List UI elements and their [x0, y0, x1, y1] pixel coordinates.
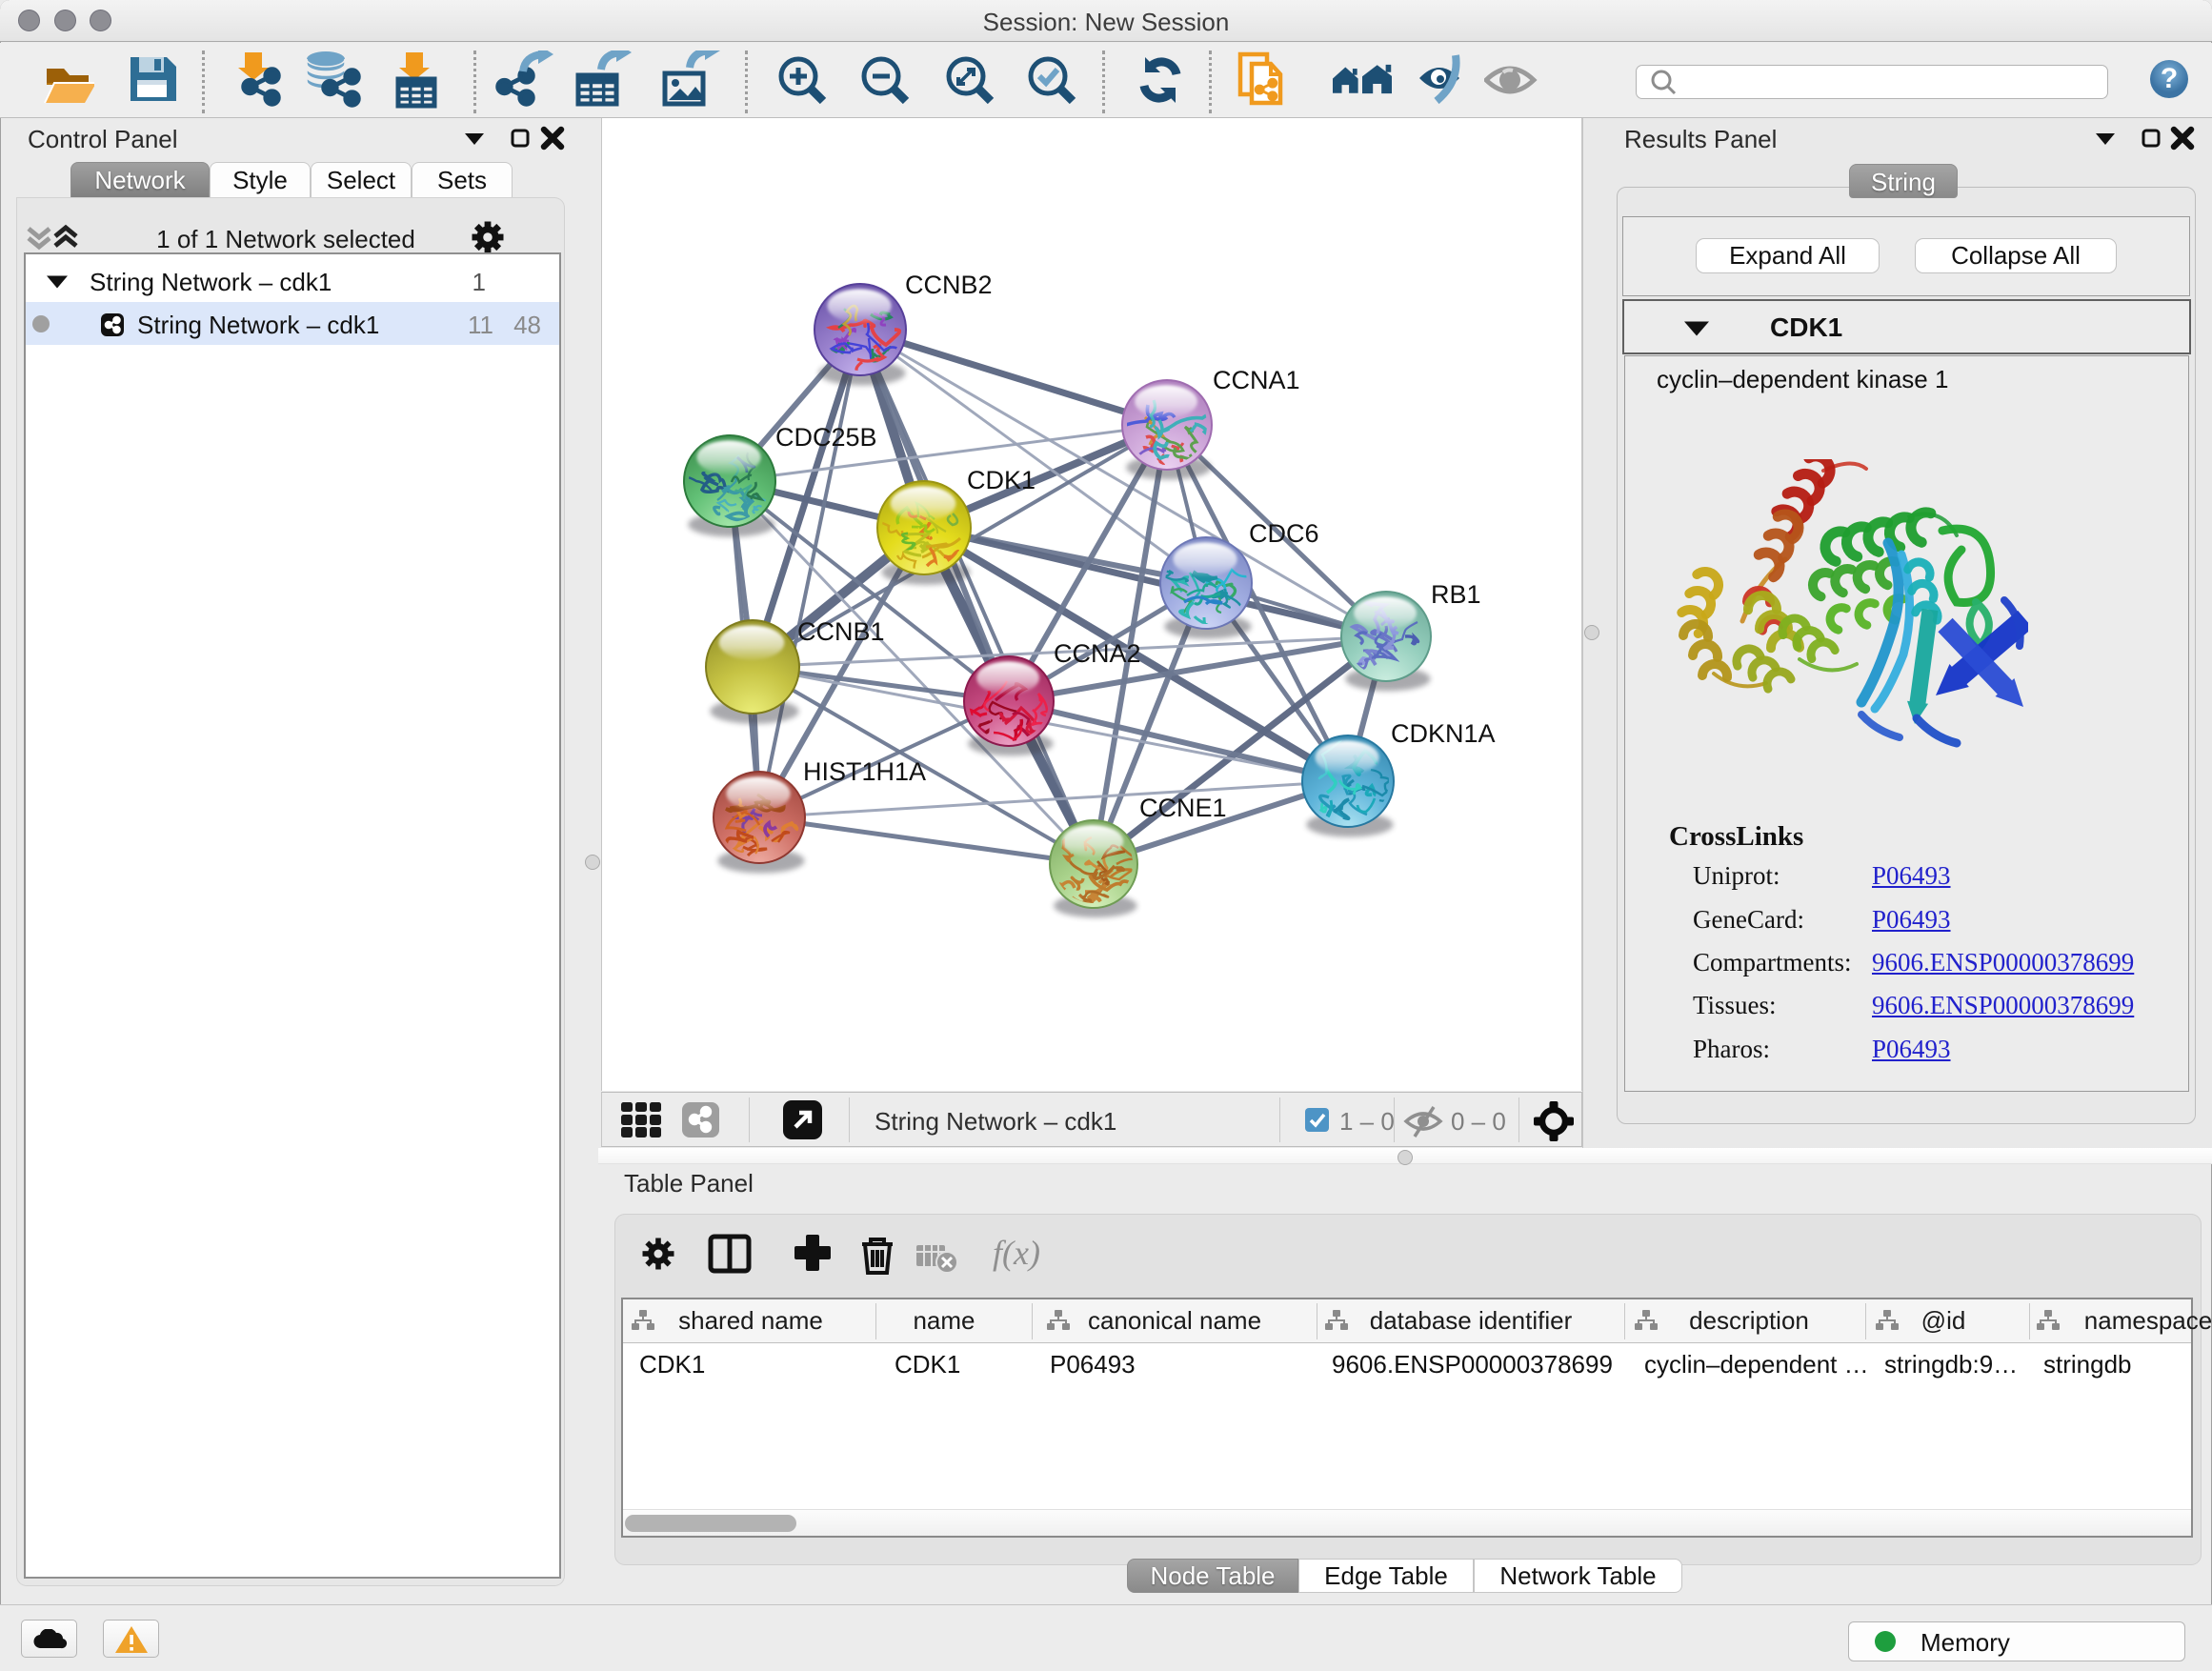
- svg-text:CDC6: CDC6: [1249, 519, 1319, 548]
- svg-text:RB1: RB1: [1431, 580, 1481, 609]
- svg-text:CCNB2: CCNB2: [905, 271, 993, 299]
- svg-text:CDKN1A: CDKN1A: [1391, 719, 1496, 748]
- svg-text:CCNA1: CCNA1: [1213, 366, 1300, 394]
- svg-text:CCNE1: CCNE1: [1139, 794, 1227, 822]
- svg-text:HIST1H1A: HIST1H1A: [803, 757, 926, 786]
- svg-text:CCNA2: CCNA2: [1054, 639, 1141, 668]
- svg-text:CDK1: CDK1: [967, 466, 1036, 494]
- svg-text:CDC25B: CDC25B: [775, 423, 877, 452]
- svg-text:CCNB1: CCNB1: [797, 617, 885, 646]
- svg-text:?: ?: [2161, 63, 2178, 94]
